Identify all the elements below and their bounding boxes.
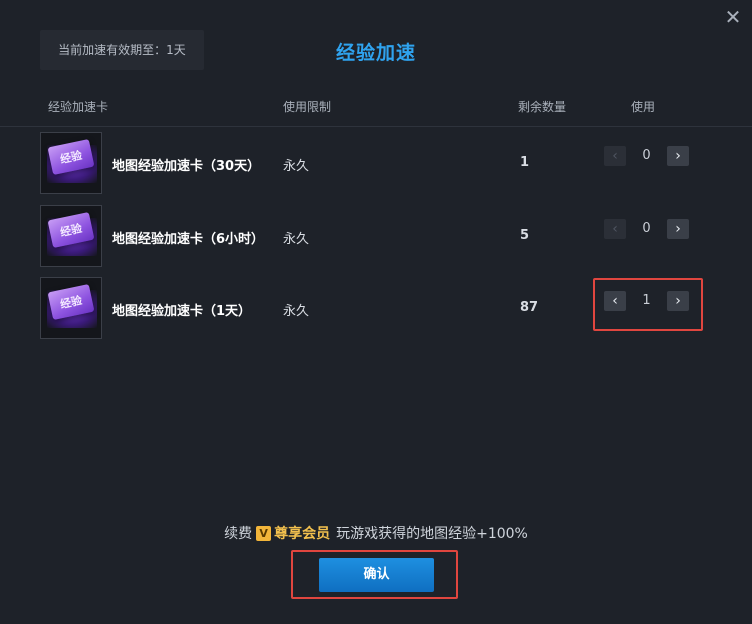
stepper-value: 0 bbox=[642, 221, 651, 236]
exp-boost-dialog: ✕ 当前加速有效期至：1天 经验加速 经验加速卡 使用限制 剩余数量 使用 经验… bbox=[0, 0, 752, 624]
item-limit: 永久 bbox=[283, 304, 310, 319]
item-limit: 永久 bbox=[283, 159, 310, 174]
exp-card-image: 经验 bbox=[40, 277, 102, 339]
dialog-title: 经验加速 bbox=[335, 42, 416, 64]
table-row: 经验 地图经验加速卡（6小时） 永久 5 ‹ 0 › bbox=[0, 205, 752, 271]
header-remaining: 剩余数量 bbox=[518, 100, 567, 114]
exp-card-image: 经验 bbox=[40, 132, 102, 194]
table-header: 经验加速卡 使用限制 剩余数量 使用 bbox=[0, 90, 752, 127]
quantity-stepper: ‹ 0 › bbox=[604, 219, 690, 243]
vip-link[interactable]: 尊享会员 bbox=[274, 526, 330, 542]
vip-promo: 续费 V 尊享会员 玩游戏获得的地图经验+100% bbox=[0, 523, 752, 543]
quantity-stepper: ‹ 0 › bbox=[604, 146, 690, 170]
chevron-left-icon[interactable]: ‹ bbox=[604, 219, 626, 239]
header-limit: 使用限制 bbox=[283, 100, 332, 114]
vip-badge-icon: V bbox=[256, 526, 272, 541]
chevron-right-icon[interactable]: › bbox=[667, 146, 689, 166]
stepper-highlight bbox=[593, 278, 703, 331]
item-name: 地图经验加速卡（1天） bbox=[112, 304, 252, 319]
item-limit: 永久 bbox=[283, 232, 310, 247]
item-remaining: 1 bbox=[520, 155, 530, 170]
promo-text: 玩游戏获得的地图经验+100% bbox=[336, 526, 528, 542]
header-card: 经验加速卡 bbox=[48, 100, 109, 114]
confirm-button[interactable]: 确认 bbox=[319, 558, 434, 592]
item-name: 地图经验加速卡（6小时） bbox=[112, 232, 265, 247]
header-use: 使用 bbox=[631, 100, 656, 114]
item-name: 地图经验加速卡（30天） bbox=[112, 159, 261, 174]
exp-card-image: 经验 bbox=[40, 205, 102, 267]
chevron-left-icon[interactable]: ‹ bbox=[604, 146, 626, 166]
item-remaining: 87 bbox=[520, 300, 539, 315]
chevron-right-icon[interactable]: › bbox=[667, 219, 689, 239]
stepper-value: 0 bbox=[642, 148, 651, 163]
table-row: 经验 地图经验加速卡（30天） 永久 1 ‹ 0 › bbox=[0, 132, 752, 198]
close-icon[interactable]: ✕ bbox=[722, 6, 744, 28]
promo-prefix: 续费 bbox=[224, 526, 253, 542]
item-remaining: 5 bbox=[520, 228, 530, 243]
